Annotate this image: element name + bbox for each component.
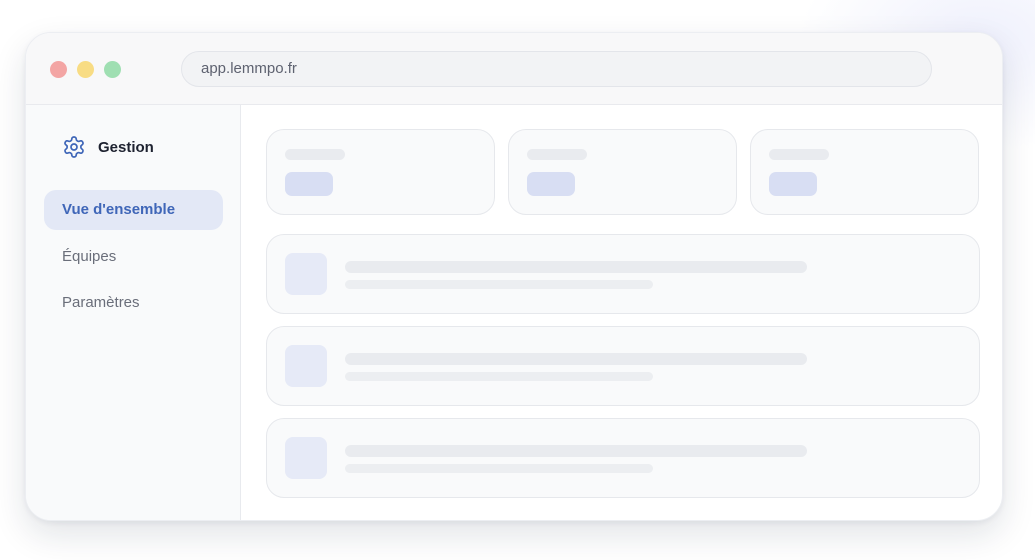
close-window-button[interactable] <box>50 61 67 78</box>
skeleton-label <box>285 149 345 160</box>
stat-card-skeleton <box>266 129 495 215</box>
browser-titlebar: app.lemmpo.fr <box>26 33 1002 105</box>
stat-card-skeleton <box>508 129 737 215</box>
skeleton-subtitle <box>345 280 653 289</box>
sidebar-item-label: Équipes <box>62 248 117 265</box>
skeleton-value <box>527 172 575 196</box>
sidebar-item-label: Paramètres <box>62 294 140 311</box>
minimize-window-button[interactable] <box>77 61 94 78</box>
skeleton-label <box>769 149 829 160</box>
skeleton-value <box>769 172 817 196</box>
list-item-skeleton <box>266 234 980 314</box>
skeleton-value <box>285 172 333 196</box>
sidebar-item-label: Vue d'ensemble <box>62 201 176 218</box>
address-bar[interactable]: app.lemmpo.fr <box>181 51 932 87</box>
skeleton-label <box>527 149 587 160</box>
sidebar-brand-label: Gestion <box>98 138 154 156</box>
gear-icon <box>64 136 84 158</box>
skeleton-subtitle <box>345 372 653 381</box>
skeleton-title <box>345 261 807 273</box>
page: app.lemmpo.fr Gestion Vue d'ensemble Équ… <box>0 0 1035 560</box>
sidebar-brand: Gestion <box>62 135 154 159</box>
stat-card-skeleton <box>750 129 979 215</box>
skeleton-thumbnail <box>285 345 327 387</box>
address-bar-url: app.lemmpo.fr <box>201 60 297 77</box>
list-item-skeleton <box>266 326 980 406</box>
sidebar-item-parametres[interactable]: Paramètres <box>44 283 223 323</box>
skeleton-subtitle <box>345 464 653 473</box>
sidebar-item-vue-ensemble[interactable]: Vue d'ensemble <box>44 190 223 230</box>
skeleton-thumbnail <box>285 437 327 479</box>
browser-window: app.lemmpo.fr Gestion Vue d'ensemble Équ… <box>25 32 1003 521</box>
sidebar-item-equipes[interactable]: Équipes <box>44 237 223 277</box>
main-content <box>242 105 1002 520</box>
skeleton-thumbnail <box>285 253 327 295</box>
skeleton-title <box>345 445 807 457</box>
skeleton-title <box>345 353 807 365</box>
maximize-window-button[interactable] <box>104 61 121 78</box>
sidebar: Gestion Vue d'ensemble Équipes Paramètre… <box>26 105 241 520</box>
list-item-skeleton <box>266 418 980 498</box>
